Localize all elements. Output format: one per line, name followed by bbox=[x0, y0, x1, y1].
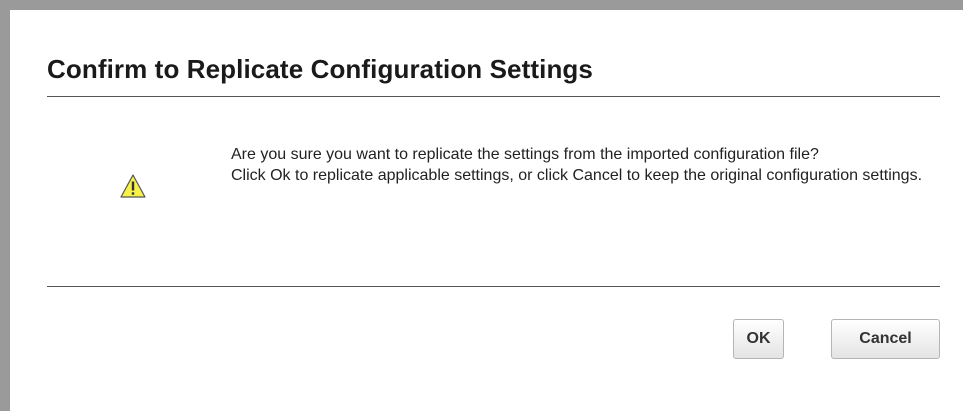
cancel-button[interactable]: Cancel bbox=[831, 319, 940, 359]
dialog-message: Are you sure you want to replicate the s… bbox=[231, 144, 941, 186]
ok-button[interactable]: OK bbox=[733, 319, 784, 359]
confirm-dialog: Confirm to Replicate Configuration Setti… bbox=[0, 0, 963, 411]
dialog-title: Confirm to Replicate Configuration Setti… bbox=[47, 54, 593, 84]
confirmation-question: Are you sure you want to replicate the s… bbox=[231, 146, 819, 163]
title-divider bbox=[47, 96, 940, 97]
instruction-text: Click Ok to replicate applicable setting… bbox=[231, 167, 923, 184]
warning-triangle-icon bbox=[120, 174, 146, 198]
button-divider bbox=[47, 286, 940, 287]
